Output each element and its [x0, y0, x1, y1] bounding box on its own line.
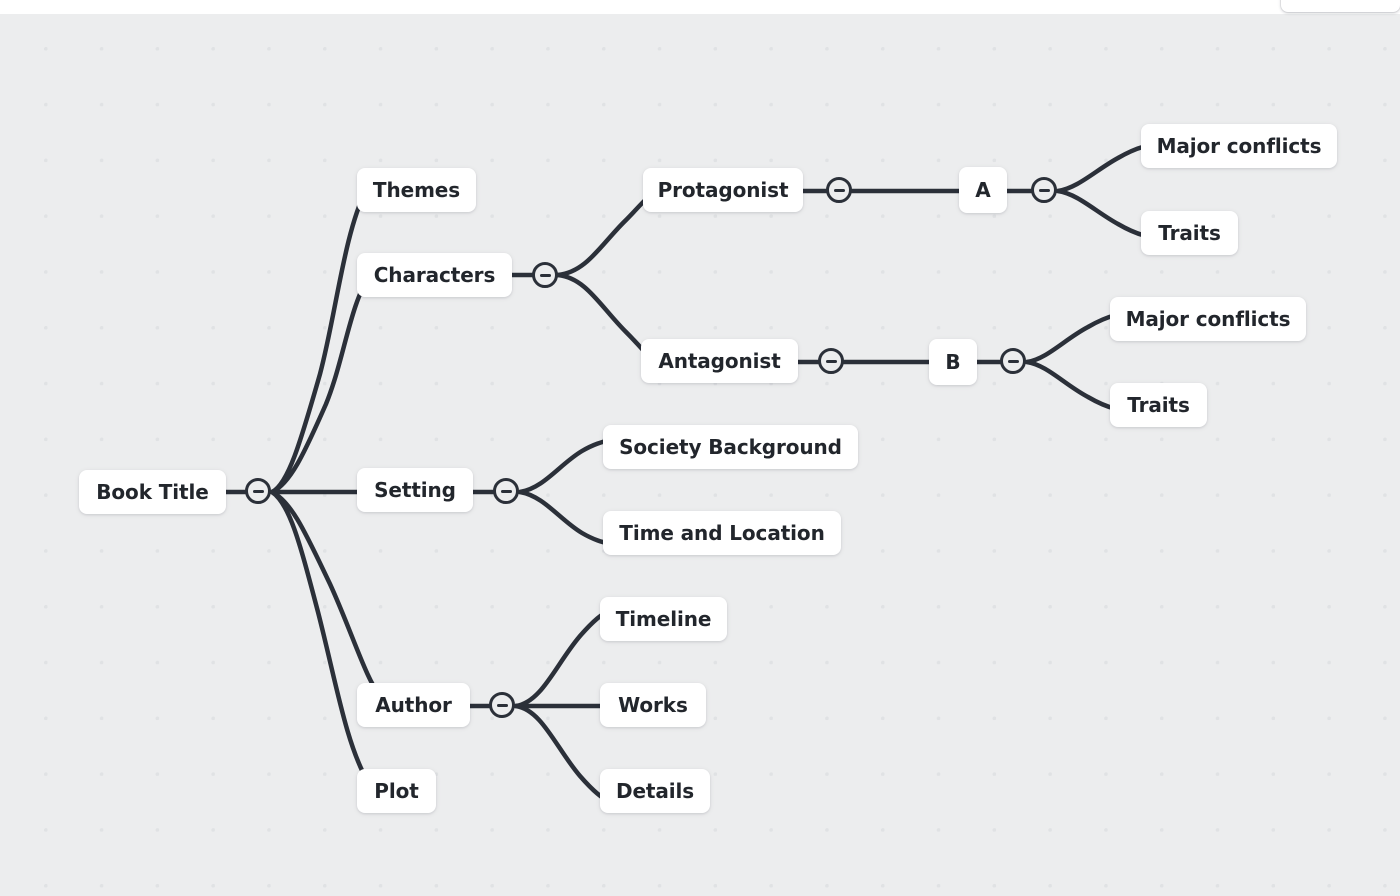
node-a-major-conflicts[interactable]: Major conflicts [1141, 124, 1337, 168]
node-label: Time and Location [619, 521, 825, 545]
node-label: Characters [373, 263, 496, 287]
collapse-toggle-antagonist-icon[interactable] [818, 348, 844, 374]
edge-a-traits [1055, 188, 1149, 239]
edge-characters-antagonist [555, 272, 657, 365]
node-protagonist[interactable]: Protagonist [643, 168, 803, 212]
node-antagonist[interactable]: Antagonist [641, 339, 798, 383]
node-label: Details [615, 779, 695, 803]
collapse-toggle-characters-icon[interactable] [532, 262, 558, 288]
collapse-toggle-setting-icon[interactable] [493, 478, 519, 504]
node-society-background[interactable]: Society Background [603, 425, 858, 469]
node-label: Book Title [96, 480, 209, 504]
node-label: Works [618, 693, 688, 717]
edge-setting-society [517, 437, 613, 495]
node-author[interactable]: Author [357, 683, 470, 727]
node-label: Setting [374, 478, 456, 502]
edge-a-major [1055, 143, 1149, 194]
node-root[interactable]: Book Title [79, 470, 226, 514]
node-label: Traits [1158, 221, 1221, 245]
collapse-toggle-root-icon[interactable] [245, 478, 271, 504]
node-b-traits[interactable]: Traits [1110, 383, 1207, 427]
node-a[interactable]: A [959, 167, 1007, 213]
node-label: Antagonist [658, 349, 781, 373]
collapse-toggle-author-icon[interactable] [489, 692, 515, 718]
node-label: Major conflicts [1125, 307, 1291, 331]
node-characters[interactable]: Characters [357, 253, 512, 297]
node-details[interactable]: Details [600, 769, 710, 813]
node-label: Author [375, 693, 452, 717]
toolbar-panel[interactable] [1281, 0, 1400, 12]
node-a-traits[interactable]: Traits [1141, 211, 1238, 255]
mindmap-canvas[interactable]: Book Title Themes Characters Protagonist… [0, 14, 1400, 896]
node-timeline[interactable]: Timeline [600, 597, 727, 641]
node-label: Protagonist [657, 178, 789, 202]
node-label: Major conflicts [1156, 134, 1322, 158]
collapse-toggle-node-a-icon[interactable] [1031, 177, 1057, 203]
edge-root-characters [269, 272, 373, 495]
edge-characters-protagonist [555, 191, 655, 278]
node-b-major-conflicts[interactable]: Major conflicts [1110, 297, 1306, 341]
edge-root-plot [269, 489, 371, 785]
edge-setting-time [517, 489, 613, 547]
node-b[interactable]: B [929, 339, 977, 385]
node-label: Traits [1127, 393, 1190, 417]
edge-b-major [1024, 312, 1119, 365]
node-time-and-location[interactable]: Time and Location [603, 511, 841, 555]
node-plot[interactable]: Plot [357, 769, 436, 813]
node-label: Timeline [615, 607, 712, 631]
node-label: A [975, 178, 991, 202]
edge-author-details [513, 703, 613, 805]
edge-b-traits [1024, 359, 1119, 412]
node-label: Themes [372, 178, 461, 202]
collapse-toggle-protagonist-icon[interactable] [826, 177, 852, 203]
node-label: B [945, 350, 961, 374]
node-setting[interactable]: Setting [357, 468, 473, 512]
node-label: Plot [374, 779, 419, 803]
edge-root-author [269, 489, 385, 702]
node-works[interactable]: Works [600, 683, 706, 727]
node-label: Society Background [619, 435, 842, 459]
edge-author-timeline [513, 607, 613, 709]
edge-root-themes [269, 187, 369, 495]
node-themes[interactable]: Themes [357, 168, 476, 212]
collapse-toggle-node-b-icon[interactable] [1000, 348, 1026, 374]
top-toolbar-strip [0, 0, 1400, 14]
